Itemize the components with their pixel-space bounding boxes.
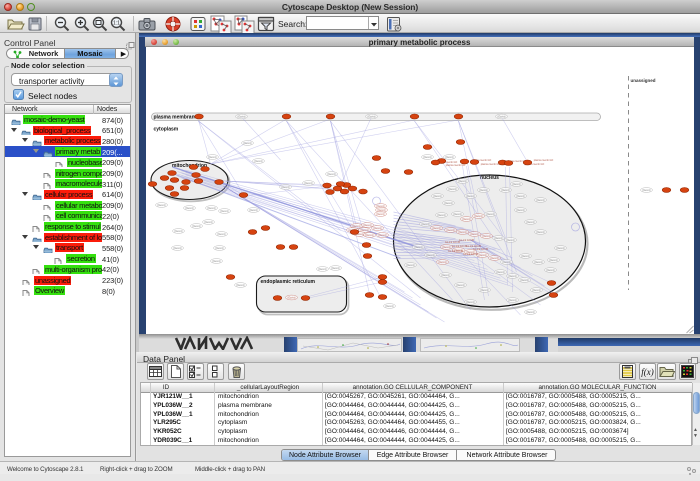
svg-text:Go-ind GO:45: Go-ind GO:45 xyxy=(463,253,479,256)
svg-text:[Go-in]: [Go-in] xyxy=(173,246,181,250)
svg-text:[Go-in]: [Go-in] xyxy=(480,288,488,292)
svg-text:[Go-in]: [Go-in] xyxy=(470,232,478,236)
svg-text:[Go-in]: [Go-in] xyxy=(444,201,452,205)
svg-text:[Go-in]: [Go-in] xyxy=(474,214,482,218)
svg-text:[Go-in]: [Go-in] xyxy=(501,188,509,192)
svg-text:[Go-in]: [Go-in] xyxy=(506,238,514,242)
svg-text:[Go-in]: [Go-in] xyxy=(526,310,534,314)
svg-text:[Go-in]: [Go-in] xyxy=(243,141,251,145)
svg-text:[Go-in]: [Go-in] xyxy=(479,188,487,192)
svg-text:[Go-in]: [Go-in] xyxy=(508,274,516,278)
svg-text:[Go-in]: [Go-in] xyxy=(502,260,510,264)
svg-text:[Go-in]: [Go-in] xyxy=(421,222,429,226)
svg-text:[Go-in]: [Go-in] xyxy=(157,203,165,207)
svg-text:[Go-in]: [Go-in] xyxy=(520,278,528,282)
svg-text:[Go-in]: [Go-in] xyxy=(236,283,244,287)
svg-text:unassigned: unassigned xyxy=(630,78,655,83)
svg-text:[Go-in]: [Go-in] xyxy=(556,246,564,250)
svg-text:[Go-in]: [Go-in] xyxy=(331,266,339,270)
svg-text:[Go-in]: [Go-in] xyxy=(437,213,445,217)
svg-text:[Go-in]: [Go-in] xyxy=(438,260,446,264)
svg-text:[Go-in]: [Go-in] xyxy=(466,300,474,304)
svg-text:[Go-in]: [Go-in] xyxy=(494,236,502,240)
svg-text:Go-ind GO:45: Go-ind GO:45 xyxy=(448,250,464,253)
svg-text:[Go-in]: [Go-in] xyxy=(546,268,554,272)
svg-text:[Go-in]: [Go-in] xyxy=(433,194,441,198)
svg-text:[Go-in]: [Go-in] xyxy=(414,245,422,249)
svg-text:[Go-in]: [Go-in] xyxy=(212,259,220,263)
svg-text:[Go-in]: [Go-in] xyxy=(237,115,245,119)
svg-text:[Go-in]: [Go-in] xyxy=(373,226,381,230)
svg-text:[Go-in]: [Go-in] xyxy=(516,208,524,212)
svg-text:[Go-in]: [Go-in] xyxy=(287,296,295,300)
svg-text:[Go-in]: [Go-in] xyxy=(363,223,371,227)
svg-text:[Go-in]: [Go-in] xyxy=(281,185,289,189)
svg-text:Go-ind GO:45: Go-ind GO:45 xyxy=(459,239,475,242)
svg-text:[Go-in]: [Go-in] xyxy=(462,217,470,221)
svg-text:[Go-in]: [Go-in] xyxy=(220,209,228,213)
svg-text:[Go-in]: [Go-in] xyxy=(378,233,386,237)
svg-text:[Go-in]: [Go-in] xyxy=(536,198,544,202)
svg-text:[Go-in]: [Go-in] xyxy=(458,179,466,183)
svg-text:[Go-in]: [Go-in] xyxy=(497,115,505,119)
svg-text:[Go-in]: [Go-in] xyxy=(215,246,223,250)
svg-text:[Go-in]: [Go-in] xyxy=(642,188,650,192)
svg-text:[Go-in]: [Go-in] xyxy=(304,181,312,185)
svg-text:plasma membrane: plasma membrane xyxy=(153,115,197,121)
svg-text:[Go-in]: [Go-in] xyxy=(432,226,440,230)
svg-text:[Go-in]: [Go-in] xyxy=(426,253,434,257)
svg-text:cytoplasm: cytoplasm xyxy=(153,127,178,133)
svg-text:[Go-in]: [Go-in] xyxy=(254,159,262,163)
svg-text:[Go-in]: [Go-in] xyxy=(478,253,486,257)
svg-text:plasma memb GO: plasma memb GO xyxy=(533,159,553,162)
svg-text:f(x): f(x) xyxy=(641,367,654,377)
svg-text:[Go-in]: [Go-in] xyxy=(423,155,431,159)
svg-text:[Go-in]: [Go-in] xyxy=(441,273,449,277)
svg-text:[Go-in]: [Go-in] xyxy=(442,245,450,249)
svg-text:plasma memb GO: plasma memb GO xyxy=(445,164,465,167)
svg-text:[Go-in]: [Go-in] xyxy=(456,283,464,287)
svg-text:[Go-in]: [Go-in] xyxy=(526,220,534,224)
svg-text:[Go-in]: [Go-in] xyxy=(249,208,257,212)
svg-text:Go-ind GO:45: Go-ind GO:45 xyxy=(473,248,489,251)
svg-text:[Go-in]: [Go-in] xyxy=(385,304,393,308)
svg-text:[Go-in]: [Go-in] xyxy=(458,230,466,234)
svg-text:[Go-in]: [Go-in] xyxy=(376,212,384,216)
svg-text:[Go-in]: [Go-in] xyxy=(318,267,326,271)
svg-text:[Go-in]: [Go-in] xyxy=(445,155,453,159)
svg-text:[Go-in]: [Go-in] xyxy=(204,220,212,224)
svg-text:[Go-in]: [Go-in] xyxy=(486,212,494,216)
svg-text:endoplasmic reticulum: endoplasmic reticulum xyxy=(260,279,315,285)
svg-text:nucleus: nucleus xyxy=(480,175,499,181)
svg-text:[Go-in]: [Go-in] xyxy=(192,224,200,228)
svg-text:[Go-in]: [Go-in] xyxy=(217,232,225,236)
svg-text:[Go-in]: [Go-in] xyxy=(327,172,335,176)
svg-text:[Go-in]: [Go-in] xyxy=(496,270,504,274)
svg-text:plasma memb GO: plasma memb GO xyxy=(480,163,500,166)
svg-text:[Go-in]: [Go-in] xyxy=(406,263,414,267)
svg-text:[Go-in]: [Go-in] xyxy=(446,228,454,232)
svg-text:[Go-in]: [Go-in] xyxy=(521,254,529,258)
svg-text:[Go-in]: [Go-in] xyxy=(532,288,540,292)
svg-text:[Go-in]: [Go-in] xyxy=(512,182,520,186)
svg-text:[Go-in]: [Go-in] xyxy=(516,194,524,198)
svg-text:[Go-in]: [Go-in] xyxy=(508,298,516,302)
svg-text:[Go-in]: [Go-in] xyxy=(534,260,542,264)
svg-text:[Go-in]: [Go-in] xyxy=(482,234,490,238)
svg-text:[Go-in]: [Go-in] xyxy=(448,187,456,191)
svg-text:[Go-in]: [Go-in] xyxy=(453,212,461,216)
svg-text:[Go-in]: [Go-in] xyxy=(174,229,182,233)
svg-text:[Go-in]: [Go-in] xyxy=(207,206,215,210)
svg-text:[Go-in]: [Go-in] xyxy=(549,258,557,262)
svg-text:[Go-in]: [Go-in] xyxy=(208,155,216,159)
svg-text:[Go-in]: [Go-in] xyxy=(536,230,544,234)
svg-text:[Go-in]: [Go-in] xyxy=(490,256,498,260)
svg-text:[Go-in]: [Go-in] xyxy=(185,206,193,210)
svg-text:[Go-in]: [Go-in] xyxy=(367,115,375,119)
svg-text:[Go-in]: [Go-in] xyxy=(365,233,373,237)
svg-text:[Go-in]: [Go-in] xyxy=(466,194,474,198)
svg-text:1:1: 1:1 xyxy=(113,21,120,27)
